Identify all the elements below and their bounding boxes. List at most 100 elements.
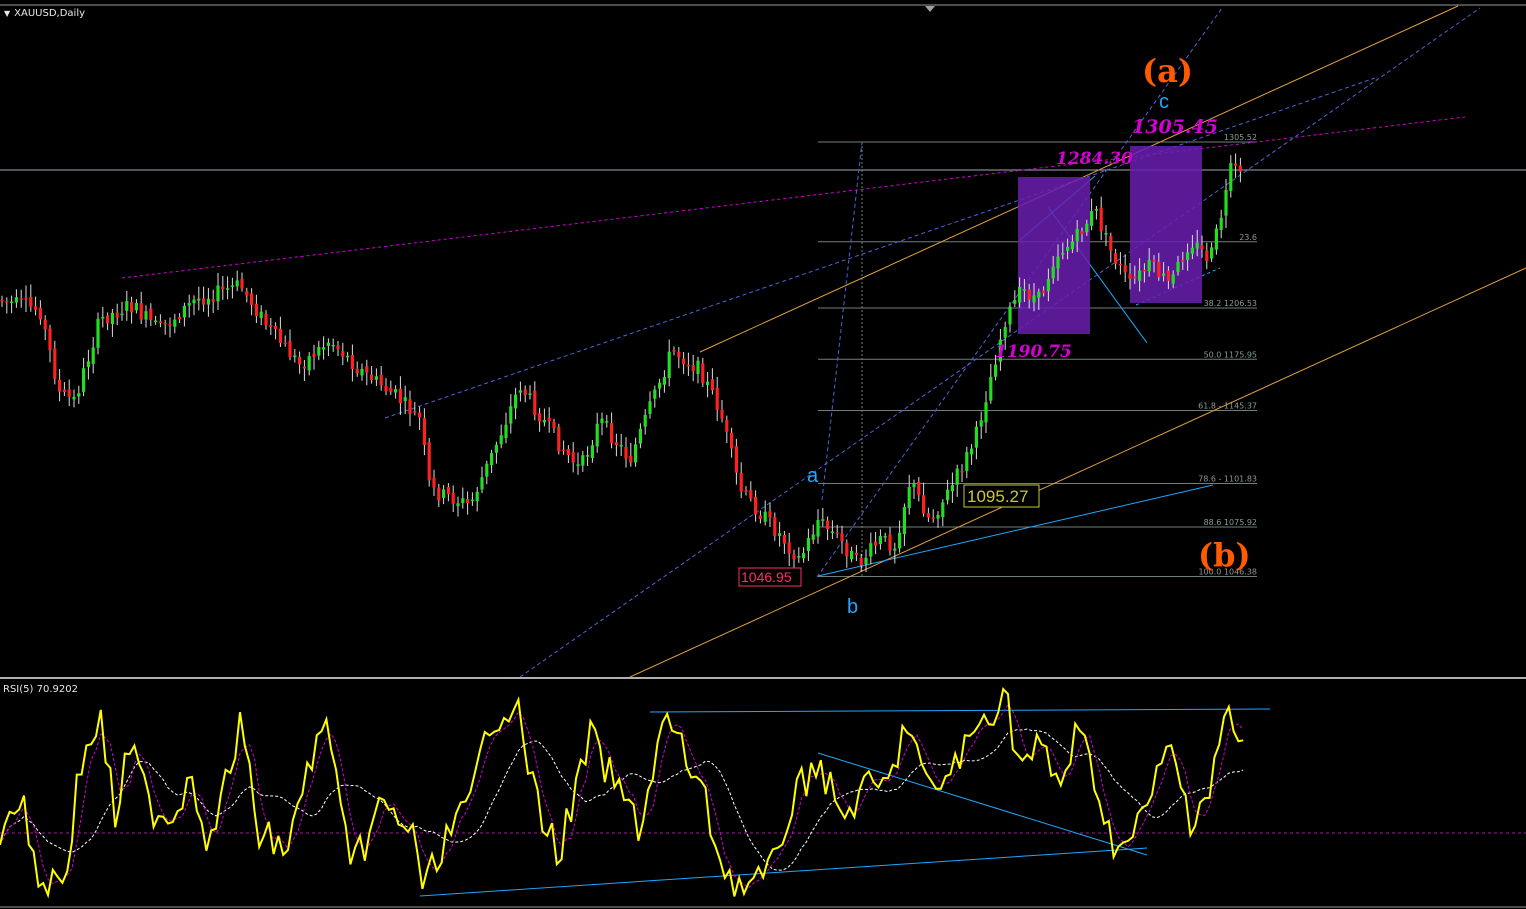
fib-level-label: 61.8 - 1145.37 xyxy=(1198,402,1257,411)
rsi-chart[interactable] xyxy=(0,677,1526,909)
candle-bull xyxy=(893,548,897,551)
candle-bear xyxy=(557,426,561,452)
candle-bear xyxy=(931,517,935,519)
candle-bear xyxy=(67,389,71,397)
candle-bull xyxy=(293,355,297,358)
candle-bull xyxy=(965,452,969,471)
candle-bear xyxy=(202,298,206,305)
candle-bull xyxy=(110,312,114,325)
candle-bull xyxy=(1037,291,1041,298)
candle-bull xyxy=(10,301,14,303)
candle-bear xyxy=(350,355,354,370)
candle-bear xyxy=(398,388,402,404)
price-mark-1305: 1305.45 xyxy=(1132,116,1218,138)
candle-bear xyxy=(610,423,614,444)
candle-bear xyxy=(211,299,215,302)
candle-bear xyxy=(749,490,753,499)
candle-bear xyxy=(614,442,618,446)
candle-bear xyxy=(1238,165,1242,172)
zone-box-left[interactable] xyxy=(1018,177,1090,334)
candle-bear xyxy=(283,342,287,344)
candle-bull xyxy=(946,489,950,501)
candle-bull xyxy=(950,485,954,492)
candle-bear xyxy=(710,379,714,391)
candle-bull xyxy=(514,394,518,409)
candle-bull xyxy=(941,502,945,518)
candle-bull xyxy=(154,320,158,323)
candle-bear xyxy=(691,365,695,372)
candle-bear xyxy=(163,322,167,325)
candle-bull xyxy=(326,342,330,346)
fib-level-label: 78.6 - 1101.83 xyxy=(1198,475,1257,484)
candle-bull xyxy=(216,285,220,302)
candle-bull xyxy=(322,347,326,350)
candle-bear xyxy=(792,554,796,560)
candle-bear xyxy=(1114,253,1118,264)
candle-bear xyxy=(302,366,306,369)
candle-bull xyxy=(1003,327,1007,338)
candle-bear xyxy=(48,328,52,351)
trading-terminal: 1305.52 23.6 38.2 1206.53 50.0 1175.95 61.8 … xyxy=(0,0,1526,909)
candle-bull xyxy=(1214,228,1218,250)
candle-bull xyxy=(403,397,407,402)
candle-bear xyxy=(1123,265,1127,273)
candle-bull xyxy=(346,355,350,358)
candle-bull xyxy=(206,298,210,305)
candle-bear xyxy=(250,293,254,305)
candle-bull xyxy=(442,489,446,498)
fib-level-label: 50.0 1175.95 xyxy=(1204,350,1257,359)
candle-bear xyxy=(730,432,734,449)
candle-bull xyxy=(850,550,854,560)
candle-bear xyxy=(298,356,302,365)
candle-bear xyxy=(552,421,556,429)
candle-bull xyxy=(1094,209,1098,211)
candle-bear xyxy=(29,297,33,307)
candle-bull xyxy=(653,389,657,399)
collapse-arrow-icon[interactable]: ▼ xyxy=(4,9,10,18)
price-box-1095: 1095.27 xyxy=(967,487,1028,506)
candle-bull xyxy=(955,468,959,485)
symbol-label: XAUUSD,Daily xyxy=(14,8,86,19)
candle-bear xyxy=(854,552,858,556)
candle-bull xyxy=(878,536,882,545)
candle-bull xyxy=(898,532,902,549)
candle-bear xyxy=(451,493,455,504)
candle-bear xyxy=(835,532,839,534)
candle-bull xyxy=(864,557,868,565)
price-mark-1284: 1284.30 xyxy=(1056,149,1133,169)
candle-bull xyxy=(970,448,974,455)
candle-bull xyxy=(82,368,86,392)
wave-label-c: c xyxy=(1159,91,1169,113)
candle-bull xyxy=(648,401,652,414)
candle-bear xyxy=(432,477,436,488)
candle-bear xyxy=(379,374,383,386)
candle-bull xyxy=(235,280,239,287)
candle-bear xyxy=(413,411,417,413)
candle-bull xyxy=(96,318,100,348)
candle-bull xyxy=(662,377,666,385)
candle-bear xyxy=(787,542,791,554)
price-chart[interactable]: 1305.52 23.6 38.2 1206.53 50.0 1175.95 61.8 … xyxy=(0,0,1526,677)
candle-bull xyxy=(974,426,978,448)
candle-bull xyxy=(811,534,815,540)
candle-bull xyxy=(1176,262,1180,273)
rsi-title[interactable]: RSI(5) 70.9202 xyxy=(3,684,78,695)
candle-bear xyxy=(53,348,57,380)
candle-bull xyxy=(91,347,95,364)
candle-bull xyxy=(994,364,998,377)
candle-bull xyxy=(806,538,810,551)
candle-bull xyxy=(576,464,580,466)
candle-bear xyxy=(437,487,441,501)
symbol-title[interactable]: ▼ XAUUSD,Daily xyxy=(4,8,85,19)
candle-bear xyxy=(1118,263,1122,266)
candle-bull xyxy=(643,414,647,427)
candle-bull xyxy=(778,533,782,536)
candle-bull xyxy=(979,420,983,427)
candle-bull xyxy=(706,381,710,386)
candle-bear xyxy=(264,314,268,326)
candle-bear xyxy=(888,534,892,551)
candle-bull xyxy=(634,444,638,463)
candle-bear xyxy=(1200,245,1204,250)
candle-bear xyxy=(571,452,575,463)
candle-bull xyxy=(394,389,398,393)
